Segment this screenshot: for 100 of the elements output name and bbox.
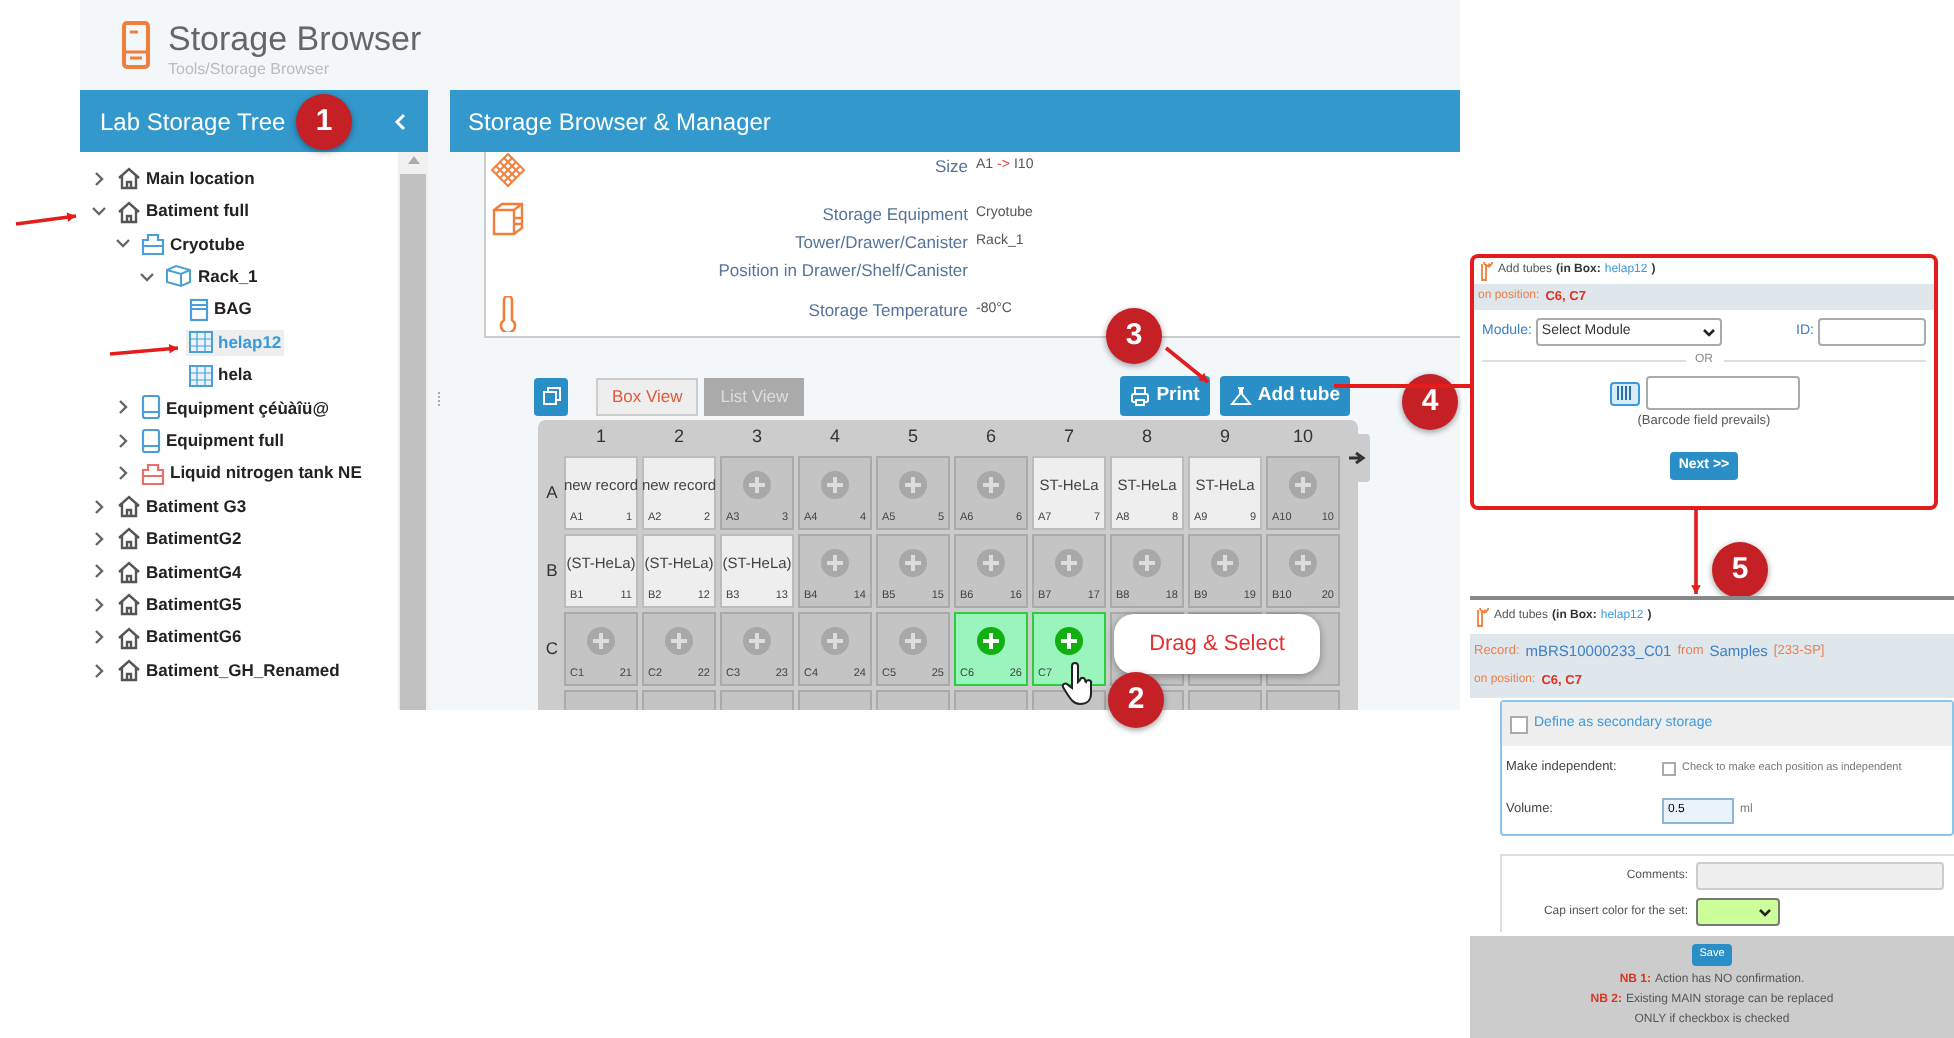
- side-panel-toggle[interactable]: [1344, 434, 1370, 482]
- field-label: Storage Equipment: [820, 201, 968, 227]
- drawer-cabinet-icon: [490, 200, 526, 236]
- id-field[interactable]: [1818, 318, 1926, 346]
- flask-icon: [1229, 386, 1252, 406]
- barcode-icon: [1615, 386, 1633, 400]
- rack-icon: [164, 264, 194, 289]
- chevron-right-icon[interactable]: [90, 529, 108, 548]
- house-icon: [116, 592, 142, 617]
- tree-item[interactable]: BatimentG4: [114, 559, 244, 585]
- tree-item[interactable]: Batiment G3: [114, 493, 249, 519]
- print-button[interactable]: Print: [1120, 376, 1210, 416]
- plus-circle-icon: [742, 469, 772, 499]
- column-header: 7: [1063, 424, 1074, 450]
- column-header: 2: [673, 424, 684, 450]
- plus-circle-icon: [1288, 547, 1318, 577]
- cabinet-icon: [140, 394, 162, 421]
- column-header: 4: [829, 424, 840, 450]
- tree-item[interactable]: Equipment çéùàîü@: [138, 394, 331, 421]
- page-title: Storage Browser: [168, 20, 422, 60]
- step-number-tooltip: 2: [1108, 672, 1164, 728]
- chevron-right-icon[interactable]: [90, 628, 108, 647]
- plus-circle-icon: [586, 625, 616, 655]
- plus-circle-icon: [976, 469, 1006, 499]
- chevron-right-icon[interactable]: [90, 497, 108, 516]
- view-tab[interactable]: Box View: [596, 377, 699, 415]
- house-icon: [116, 494, 142, 519]
- container-icon: [140, 231, 166, 256]
- plus-circle-icon: [1132, 547, 1162, 577]
- field-label: Tower/Drawer/Canister: [793, 229, 968, 255]
- row-header: A: [546, 479, 558, 505]
- grid-box-icon: [188, 330, 214, 355]
- bag-icon: [188, 297, 210, 322]
- house-icon: [116, 658, 142, 683]
- breadcrumb: Tools/Storage Browser: [168, 60, 331, 80]
- color-select[interactable]: [1696, 898, 1780, 926]
- tree-item[interactable]: Batiment_GH_Renamed: [114, 657, 342, 683]
- column-header: 5: [907, 424, 918, 450]
- chevron-down-icon[interactable]: [138, 267, 156, 286]
- tree-item[interactable]: hela: [186, 362, 255, 388]
- house-icon: [116, 625, 142, 650]
- panel-title: Storage Browser & Manager: [468, 105, 771, 139]
- plus-circle-icon: [664, 625, 694, 655]
- grid-icon: [490, 152, 526, 188]
- splitter-grip-icon: [436, 392, 442, 408]
- tree-item[interactable]: Liquid nitrogen tank NE: [138, 460, 364, 487]
- tree-item[interactable]: BatimentG5: [114, 591, 244, 618]
- barcode-field[interactable]: [1645, 376, 1799, 410]
- chevron-down-icon[interactable]: [114, 234, 132, 253]
- copy-icon: [541, 386, 561, 406]
- chevron-right-icon[interactable]: [90, 562, 108, 581]
- plus-circle-icon: [820, 547, 850, 577]
- column-header: 3: [751, 424, 762, 450]
- panel-title: Lab Storage Tree: [100, 105, 286, 139]
- chevron-right-icon[interactable]: [114, 398, 132, 417]
- field-label: Size: [932, 153, 968, 179]
- column-header: 10: [1292, 424, 1313, 450]
- checkbox[interactable]: [1510, 715, 1528, 733]
- field-label: Storage Temperature: [806, 297, 968, 323]
- tree-item[interactable]: BAG: [186, 296, 254, 323]
- tree-item[interactable]: Main location: [114, 165, 257, 192]
- tree-item[interactable]: BatimentG6: [114, 624, 244, 651]
- chevron-right-icon[interactable]: [114, 464, 132, 483]
- collapse-icon[interactable]: [392, 111, 408, 131]
- checkbox[interactable]: [1662, 761, 1676, 775]
- chevron-down-icon: [1701, 327, 1716, 337]
- plus-circle-icon: [898, 547, 928, 577]
- tree-item[interactable]: BatimentG2: [114, 526, 244, 552]
- arrow-right-icon: [1348, 450, 1366, 466]
- add-tube-button[interactable]: Add tube: [1219, 376, 1350, 416]
- column-header: 6: [985, 424, 996, 450]
- tank-icon: [140, 461, 166, 486]
- drag-select-tooltip: Drag & Select: [1114, 614, 1320, 674]
- plus-circle-icon: [820, 469, 850, 499]
- chevron-right-icon[interactable]: [114, 431, 132, 450]
- tree-item[interactable]: Rack_1: [162, 263, 260, 290]
- grid-box-icon: [188, 363, 214, 388]
- plus-circle-icon: [898, 469, 928, 499]
- comments-field[interactable]: [1696, 862, 1944, 890]
- hand-pointer-icon: [1060, 662, 1096, 706]
- printer-icon: [1130, 386, 1151, 406]
- plus-circle-icon: [1288, 469, 1318, 499]
- barcode-button[interactable]: [1609, 381, 1639, 405]
- scrollbar[interactable]: [398, 152, 428, 710]
- tree-item[interactable]: Equipment full: [138, 427, 287, 454]
- column-header: 8: [1141, 424, 1152, 450]
- cabinet-logo-icon: [120, 20, 152, 72]
- copy-button[interactable]: [534, 377, 568, 415]
- plus-circle-icon: [976, 547, 1006, 577]
- house-icon: [116, 559, 142, 584]
- tree-item[interactable]: Batiment full: [114, 198, 251, 224]
- chevron-down-icon: [1758, 907, 1772, 917]
- chevron-right-icon[interactable]: [90, 661, 108, 680]
- plus-circle-icon: [1210, 547, 1240, 577]
- tree-item[interactable]: Cryotube: [138, 231, 247, 257]
- chevron-right-icon[interactable]: [90, 595, 108, 614]
- chevron-down-icon[interactable]: [90, 202, 108, 221]
- field-label: Position in Drawer/Shelf/Canister: [716, 257, 968, 283]
- chevron-right-icon[interactable]: [90, 169, 108, 188]
- plus-circle-icon: [820, 625, 850, 655]
